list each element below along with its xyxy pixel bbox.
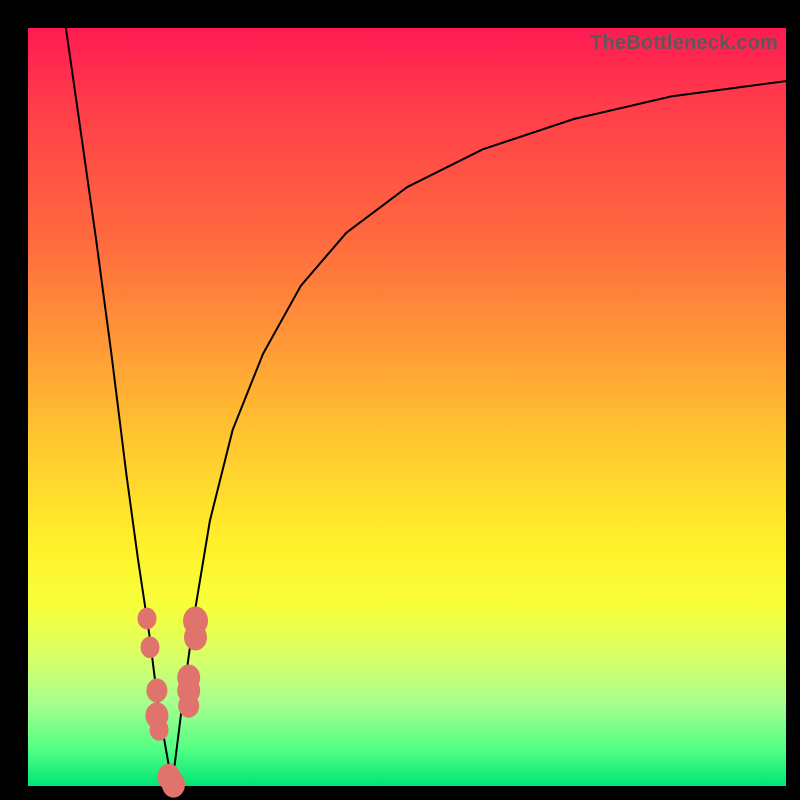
curve-right-branch — [172, 81, 786, 786]
highlight-dot — [185, 625, 207, 650]
highlight-dot — [138, 608, 156, 629]
highlight-dot — [163, 772, 185, 797]
highlight-dots — [138, 607, 208, 797]
plot-area: TheBottleneck.com — [28, 28, 786, 786]
highlight-dot — [150, 720, 168, 741]
highlight-dot — [179, 694, 199, 717]
highlight-dot — [141, 637, 159, 658]
chart-stage: TheBottleneck.com — [0, 0, 800, 800]
curve-left-branch — [66, 28, 172, 786]
highlight-dot — [147, 679, 167, 702]
curve-layer — [28, 28, 786, 786]
